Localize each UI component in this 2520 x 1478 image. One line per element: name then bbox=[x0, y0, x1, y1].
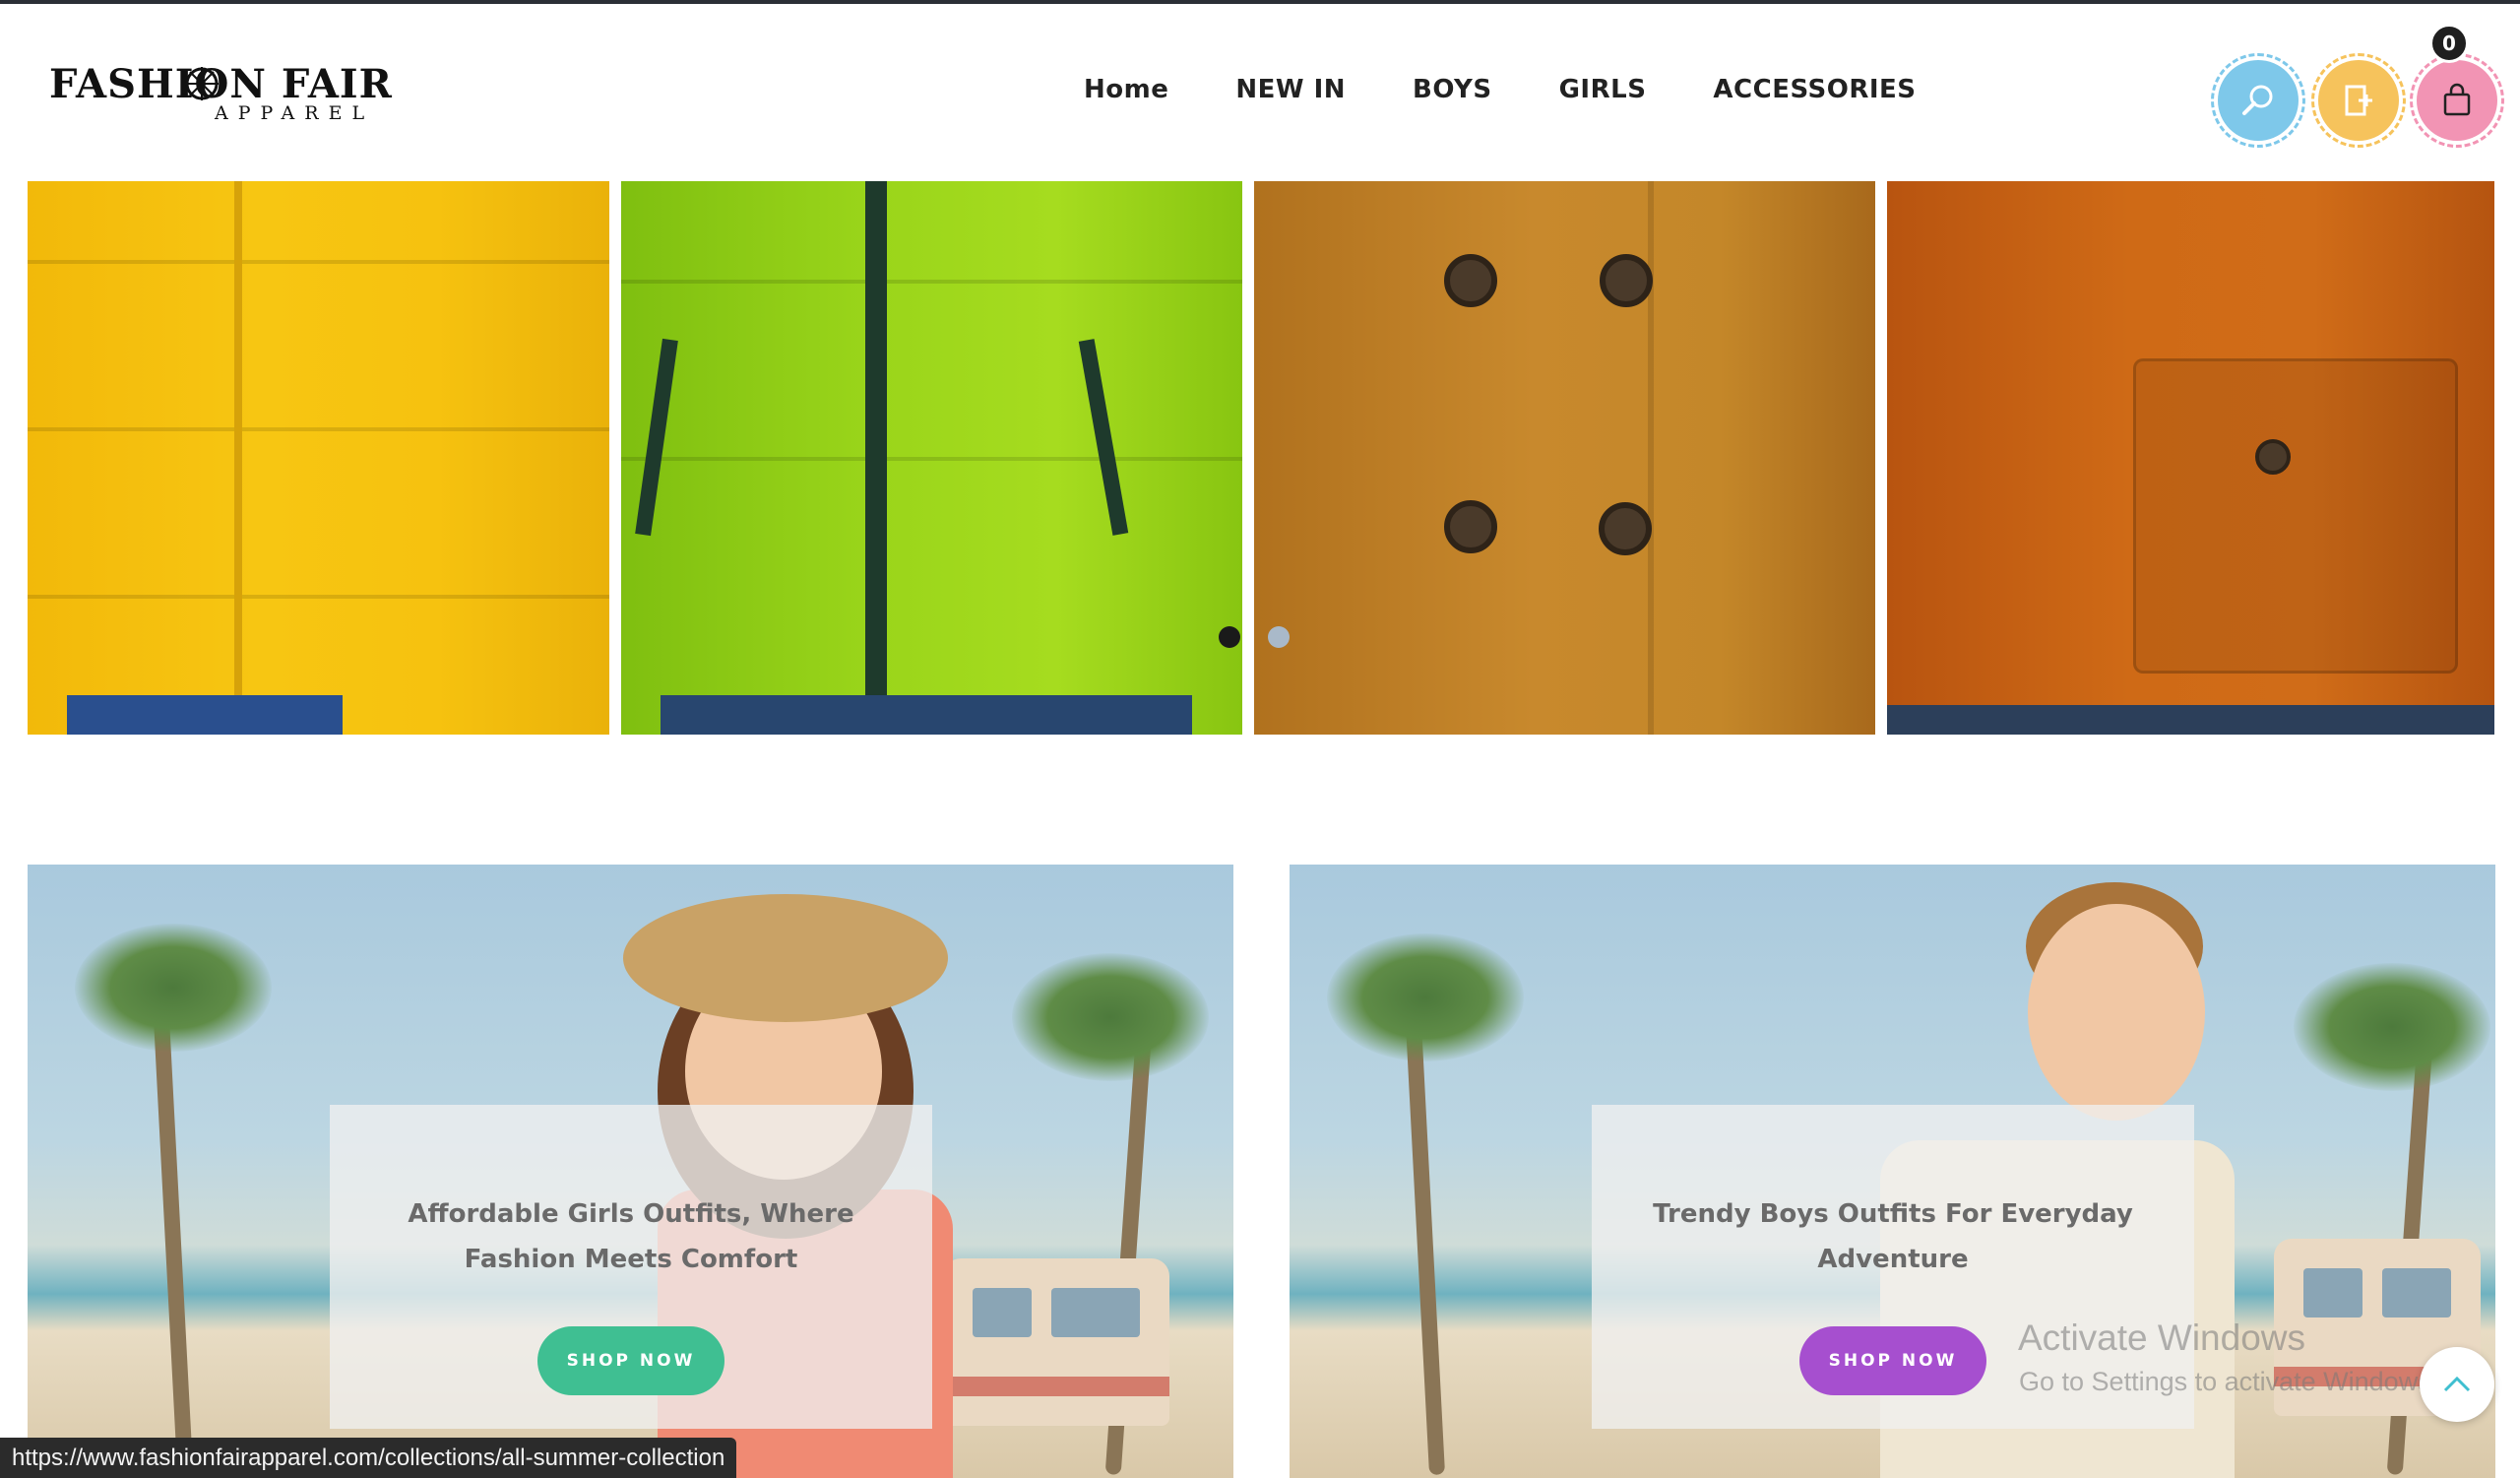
girls-banner-card: Affordable Girls Outfits, Where Fashion … bbox=[330, 1105, 932, 1429]
product-slide-yellow-jacket[interactable] bbox=[28, 181, 609, 735]
activate-windows-title: Activate Windows bbox=[2018, 1317, 2305, 1358]
account-icon bbox=[2345, 85, 2372, 116]
cart-button[interactable] bbox=[2410, 53, 2504, 148]
search-icon bbox=[2242, 85, 2273, 115]
nav-item-girls[interactable]: GIRLS bbox=[1559, 75, 1647, 104]
nav-item-boys[interactable]: BOYS bbox=[1413, 75, 1492, 104]
nav-item-new-in[interactable]: NEW IN bbox=[1235, 75, 1346, 104]
ferris-wheel-icon bbox=[185, 67, 219, 100]
slider-dot-2[interactable] bbox=[1268, 626, 1290, 648]
shopping-bag-icon bbox=[2443, 83, 2471, 116]
link-status-bar: https://www.fashionfairapparel.com/colle… bbox=[0, 1438, 737, 1478]
boys-banner-title: Trendy Boys Outfits For Everyday Adventu… bbox=[1653, 1199, 2133, 1274]
slider-dot-1[interactable] bbox=[1219, 626, 1240, 648]
brand-logo[interactable]: FASHION FAIR APPAREL bbox=[49, 61, 392, 130]
main-nav: Home NEW IN BOYS GIRLS ACCESSORIES bbox=[1084, 75, 1984, 104]
girls-shop-now-button[interactable]: SHOP NOW bbox=[537, 1326, 724, 1395]
site-header: FASHION FAIR APPAREL Home NEW IN BOYS GI… bbox=[0, 4, 2520, 181]
scroll-to-top-button[interactable] bbox=[2420, 1347, 2494, 1422]
product-slide-orange-jacket[interactable] bbox=[1887, 181, 2494, 735]
chevron-up-icon bbox=[2443, 1376, 2471, 1392]
brand-tagline: APPAREL bbox=[215, 102, 375, 124]
nav-item-accessories[interactable]: ACCESSORIES bbox=[1713, 75, 1916, 104]
account-button[interactable] bbox=[2311, 53, 2406, 148]
nav-item-home[interactable]: Home bbox=[1084, 75, 1168, 104]
search-button[interactable] bbox=[2211, 53, 2305, 148]
product-slide-green-jacket[interactable] bbox=[621, 181, 1242, 735]
boys-shop-now-button[interactable]: SHOP NOW bbox=[1799, 1326, 1986, 1395]
girls-banner-title: Affordable Girls Outfits, Where Fashion … bbox=[408, 1199, 854, 1274]
activate-windows-subtitle: Go to Settings to activate Windows. bbox=[2019, 1367, 2439, 1396]
product-slide-camel-coat[interactable] bbox=[1254, 181, 1875, 735]
cart-count-badge: 0 bbox=[2429, 24, 2469, 63]
